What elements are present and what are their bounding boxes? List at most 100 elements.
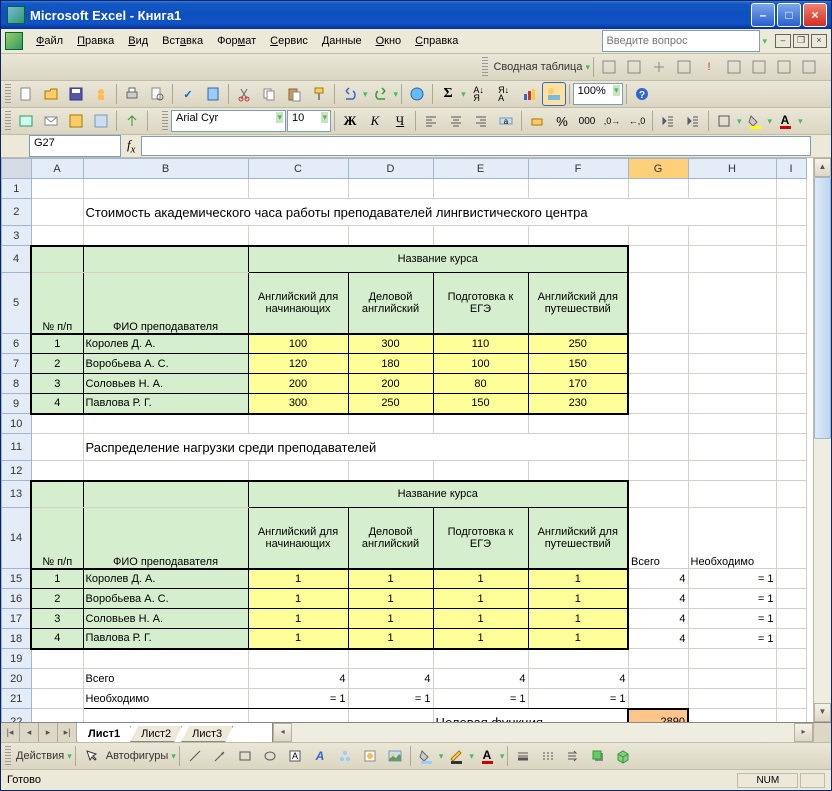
horizontal-scrollbar[interactable]: ◂ ▸ <box>273 723 813 742</box>
cell[interactable]: = 1 <box>433 689 528 709</box>
row-header[interactable]: 4 <box>2 246 32 273</box>
currency-button[interactable] <box>525 109 549 133</box>
cell[interactable]: 1 <box>348 589 433 609</box>
cell[interactable]: 4 <box>628 609 688 629</box>
cell[interactable]: 1 <box>433 629 528 649</box>
cell[interactable]: Павлова Р. Г. <box>83 629 248 649</box>
diagram-button[interactable] <box>333 744 357 768</box>
cell[interactable]: 1 <box>528 569 628 589</box>
row-header[interactable]: 15 <box>2 569 32 589</box>
font-combo[interactable]: Arial Cyr <box>171 110 286 132</box>
autosum-button[interactable]: Σ <box>436 82 460 106</box>
cell[interactable]: = 1 <box>348 689 433 709</box>
cell[interactable]: ФИО преподавателя <box>83 273 248 334</box>
cell[interactable]: 1 <box>433 589 528 609</box>
cell[interactable] <box>31 246 83 273</box>
tab-nav-prev[interactable]: ◂ <box>20 723 39 742</box>
cell[interactable]: 150 <box>433 394 528 414</box>
name-box[interactable]: G27 <box>29 135 121 157</box>
cell[interactable]: 100 <box>248 334 348 354</box>
cell[interactable]: 2890 <box>628 709 688 723</box>
pivot-refresh-button[interactable]: ! <box>697 55 721 79</box>
arrow-style-button[interactable] <box>561 744 585 768</box>
tab-nav-first[interactable]: |◂ <box>1 723 20 742</box>
cell[interactable]: 1 <box>248 629 348 649</box>
close-button[interactable]: × <box>803 3 827 27</box>
cell[interactable]: Название курса <box>248 481 628 508</box>
cell[interactable]: 4 <box>628 589 688 609</box>
cell[interactable]: 300 <box>248 394 348 414</box>
menu-edit[interactable]: Правка <box>70 32 121 50</box>
picture-button[interactable] <box>383 744 407 768</box>
minimize-button[interactable]: – <box>751 3 775 27</box>
print-preview-button[interactable] <box>145 82 169 106</box>
3d-button[interactable] <box>611 744 635 768</box>
row-header[interactable]: 6 <box>2 334 32 354</box>
cell[interactable] <box>83 246 248 273</box>
cell[interactable]: Подготовка к ЕГЭ <box>433 273 528 334</box>
cell[interactable]: ФИО преподавателя <box>83 508 248 569</box>
scroll-left-button[interactable]: ◂ <box>273 723 292 742</box>
pivot-btn-6[interactable] <box>722 55 746 79</box>
cell[interactable]: = 1 <box>528 689 628 709</box>
borders-button[interactable] <box>712 109 736 133</box>
open-button[interactable] <box>39 82 63 106</box>
row-header[interactable]: 22 <box>2 709 32 723</box>
cell[interactable]: 1 <box>528 589 628 609</box>
pivot-btn-3[interactable] <box>647 55 671 79</box>
align-right-button[interactable] <box>469 109 493 133</box>
cell[interactable]: 1 <box>348 569 433 589</box>
align-center-button[interactable] <box>444 109 468 133</box>
decrease-indent-button[interactable] <box>656 109 680 133</box>
cell[interactable]: 100 <box>433 354 528 374</box>
cell[interactable]: 1 <box>528 609 628 629</box>
cell[interactable]: Английский для начинающих <box>248 273 348 334</box>
doc-minimize-button[interactable]: – <box>775 34 791 48</box>
formula-bar[interactable] <box>141 136 811 156</box>
cell[interactable]: 1 <box>248 589 348 609</box>
pivot-btn-8[interactable] <box>772 55 796 79</box>
spelling-button[interactable]: ✓ <box>176 82 200 106</box>
toolbar-grip[interactable] <box>5 111 11 131</box>
help-button[interactable]: ? <box>630 82 654 106</box>
maximize-button[interactable]: □ <box>777 3 801 27</box>
cell[interactable]: = 1 <box>688 629 776 649</box>
pivot-label[interactable]: Сводная таблица <box>491 61 584 73</box>
dash-style-button[interactable] <box>536 744 560 768</box>
row-header[interactable]: 17 <box>2 609 32 629</box>
row-header[interactable]: 2 <box>2 199 32 226</box>
doc-close-button[interactable]: × <box>811 34 827 48</box>
save-button[interactable] <box>64 82 88 106</box>
cell[interactable]: Деловой английский <box>348 508 433 569</box>
align-left-button[interactable] <box>419 109 443 133</box>
cell[interactable]: 150 <box>528 354 628 374</box>
toolbar-grip[interactable] <box>5 84 11 104</box>
cell[interactable]: Необходимо <box>83 689 248 709</box>
row-header[interactable]: 10 <box>2 414 32 434</box>
mail-button[interactable] <box>39 109 63 133</box>
cell[interactable]: № п/п <box>31 508 83 569</box>
row-header[interactable]: 1 <box>2 179 32 199</box>
cell[interactable]: 3 <box>31 609 83 629</box>
cell[interactable]: 4 <box>433 669 528 689</box>
cell[interactable]: Название курса <box>248 246 628 273</box>
cell[interactable]: 3 <box>31 374 83 394</box>
toolbar-grip[interactable] <box>5 746 11 766</box>
workbook-button[interactable] <box>14 109 38 133</box>
cell[interactable]: 4 <box>628 569 688 589</box>
col-header[interactable]: E <box>433 159 528 179</box>
cell[interactable]: 2 <box>31 589 83 609</box>
toolbar-btn[interactable] <box>64 109 88 133</box>
cell[interactable]: 110 <box>433 334 528 354</box>
select-all-corner[interactable] <box>2 159 32 179</box>
row-header[interactable]: 3 <box>2 226 32 246</box>
sheet-tab[interactable]: Лист2 <box>130 726 182 742</box>
pivot-btn-1[interactable] <box>597 55 621 79</box>
line-color-button[interactable] <box>444 744 468 768</box>
cell[interactable]: 4 <box>248 669 348 689</box>
cell[interactable]: Воробьева А. С. <box>83 354 248 374</box>
cell[interactable]: 4 <box>528 669 628 689</box>
cell[interactable]: 4 <box>31 394 83 414</box>
cell[interactable]: Всего <box>83 669 248 689</box>
cell[interactable]: Всего <box>628 508 688 569</box>
